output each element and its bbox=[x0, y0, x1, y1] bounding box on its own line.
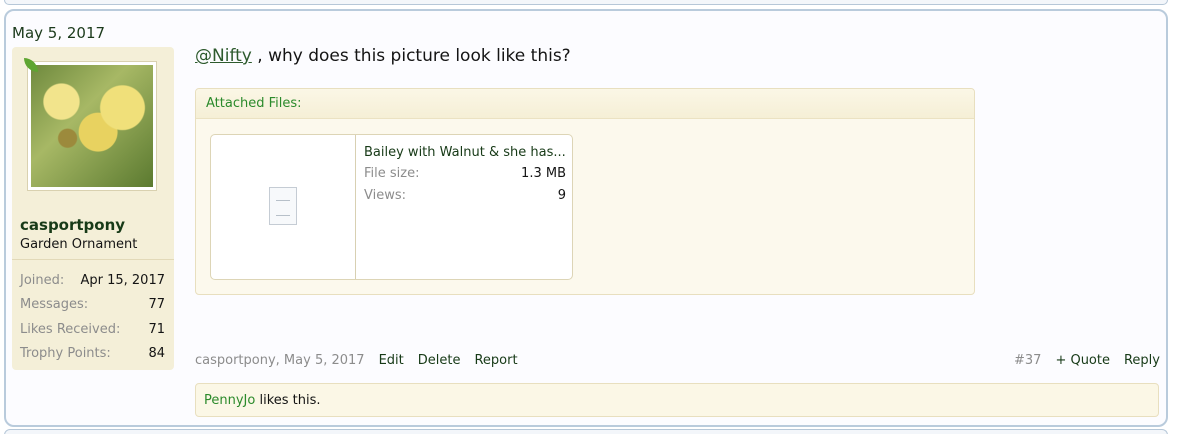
views-value: 9 bbox=[557, 188, 566, 203]
post-actions: #37 + Quote Reply bbox=[1014, 353, 1160, 368]
previous-post-edge bbox=[4, 0, 1168, 5]
message-body: @Nifty , why does this picture look like… bbox=[195, 46, 571, 66]
stat-likes-received: Likes Received: 71 bbox=[12, 317, 174, 342]
likes-text: likes this. bbox=[255, 393, 321, 408]
liker-link[interactable]: PennyJo bbox=[204, 393, 255, 408]
message-text: , why does this picture look like this? bbox=[251, 46, 571, 66]
stat-label: Trophy Points: bbox=[20, 346, 111, 362]
stat-value: Apr 15, 2017 bbox=[80, 272, 165, 288]
post-date: May 5, 2017 bbox=[12, 24, 106, 42]
stat-messages[interactable]: Messages: 77 bbox=[12, 293, 174, 318]
quote-button[interactable]: + Quote bbox=[1055, 353, 1110, 368]
attachment-info: Bailey with Walnut & she has... File siz… bbox=[364, 145, 566, 210]
file-size-value: 1.3 MB bbox=[521, 166, 566, 181]
stat-label: Likes Received: bbox=[20, 321, 121, 337]
stat-label: Joined: bbox=[20, 272, 65, 288]
user-panel: casportpony Garden Ornament Joined: Apr … bbox=[12, 47, 174, 370]
stat-joined: Joined: Apr 15, 2017 bbox=[12, 268, 174, 293]
attachment-thumbnail[interactable] bbox=[211, 135, 356, 279]
delete-link[interactable]: Delete bbox=[418, 353, 461, 368]
post-meta: casportpony, May 5, 2017 Edit Delete Rep… bbox=[195, 353, 518, 368]
attachment-card: Bailey with Walnut & she has... File siz… bbox=[210, 134, 573, 280]
avatar[interactable] bbox=[27, 61, 157, 191]
attachments-header: Attached Files: bbox=[196, 89, 974, 119]
stat-value[interactable]: 77 bbox=[148, 297, 165, 312]
edit-link[interactable]: Edit bbox=[379, 353, 404, 368]
attachments-box: Attached Files: Bailey with Walnut & she… bbox=[195, 88, 975, 295]
stat-label: Messages: bbox=[20, 297, 89, 313]
reply-button[interactable]: Reply bbox=[1124, 353, 1160, 368]
post-number-link[interactable]: #37 bbox=[1014, 353, 1041, 368]
user-stats: Joined: Apr 15, 2017 Messages: 77 Likes … bbox=[12, 259, 174, 366]
user-title: Garden Ornament bbox=[20, 237, 138, 252]
username[interactable]: casportpony bbox=[20, 216, 125, 234]
stat-trophy-points[interactable]: Trophy Points: 84 bbox=[12, 342, 174, 367]
author-date-link[interactable]: casportpony, May 5, 2017 bbox=[195, 353, 365, 368]
next-post-edge bbox=[4, 429, 1168, 434]
likes-summary: PennyJo likes this. bbox=[195, 383, 1159, 417]
file-size-row: File size: 1.3 MB bbox=[364, 166, 566, 188]
mention-link[interactable]: @Nifty bbox=[195, 46, 252, 66]
attachment-name-link[interactable]: Bailey with Walnut & she has... bbox=[364, 145, 566, 160]
stat-value[interactable]: 84 bbox=[148, 346, 165, 361]
avatar-image[interactable] bbox=[31, 65, 153, 187]
stat-value: 71 bbox=[148, 321, 165, 337]
file-size-label: File size: bbox=[364, 166, 420, 181]
views-label: Views: bbox=[364, 188, 407, 203]
report-link[interactable]: Report bbox=[474, 353, 517, 368]
document-icon bbox=[269, 187, 297, 225]
views-row: Views: 9 bbox=[364, 188, 566, 210]
